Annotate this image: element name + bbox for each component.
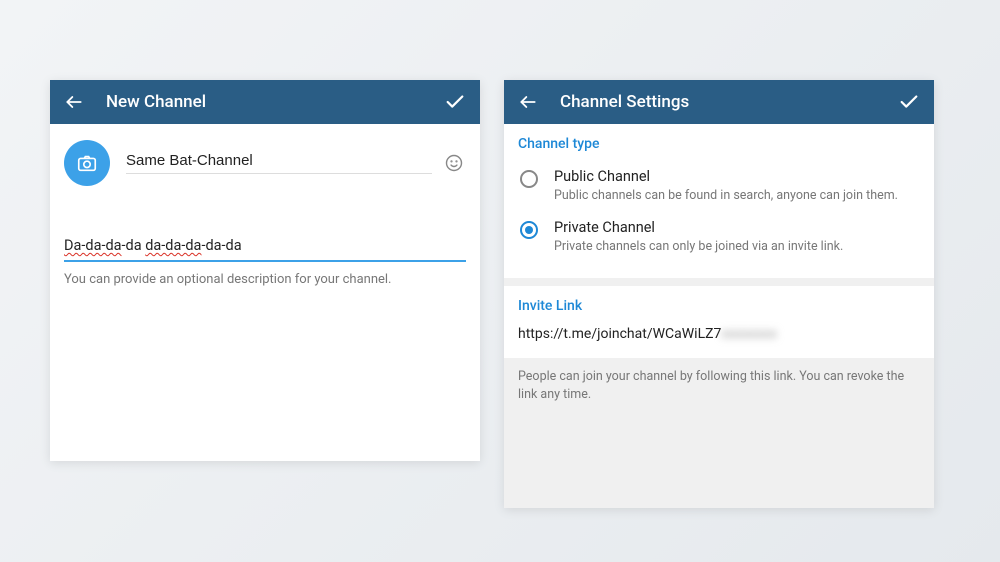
radio-text: Private Channel Private channels can onl…	[554, 219, 920, 254]
confirm-check-icon[interactable]	[444, 91, 466, 113]
confirm-check-icon[interactable]	[898, 91, 920, 113]
description-helper: You can provide an optional description …	[64, 272, 466, 287]
invite-url-blurred: xxxxxxxx	[721, 326, 777, 342]
invite-link-value[interactable]: https://t.me/joinchat/WCaWiLZ7xxxxxxxx	[518, 324, 920, 344]
radio-private-channel[interactable]: Private Channel Private channels can onl…	[518, 213, 920, 264]
description-input[interactable]: Da-da-da-da da-da-da-da-da	[64, 236, 466, 262]
channel-type-label: Channel type	[518, 136, 920, 152]
back-arrow-icon[interactable]	[518, 92, 538, 112]
left-panel-spacer	[50, 301, 480, 461]
invite-link-label: Invite Link	[518, 298, 920, 314]
description-block: Da-da-da-da da-da-da-da-da You can provi…	[50, 196, 480, 301]
new-channel-header: New Channel	[50, 80, 480, 124]
radio-text: Public Channel Public channels can be fo…	[554, 168, 920, 203]
back-arrow-icon[interactable]	[64, 92, 84, 112]
radio-title: Public Channel	[554, 168, 920, 185]
invite-helper-text: People can join your channel by followin…	[504, 358, 934, 418]
radio-title: Private Channel	[554, 219, 920, 236]
header-title: Channel Settings	[560, 92, 898, 112]
channel-settings-panel: Channel Settings Channel type Public Cha…	[504, 80, 934, 508]
desc-plain-1: -da	[122, 237, 146, 254]
radio-subtitle: Private channels can only be joined via …	[554, 239, 920, 254]
radio-indicator	[520, 221, 538, 239]
channel-settings-header: Channel Settings	[504, 80, 934, 124]
radio-indicator	[520, 170, 538, 188]
radio-public-channel[interactable]: Public Channel Public channels can be fo…	[518, 162, 920, 213]
channel-photo-button[interactable]	[64, 140, 110, 186]
channel-name-row	[50, 124, 480, 196]
invite-link-section: Invite Link https://t.me/joinchat/WCaWiL…	[504, 286, 934, 358]
new-channel-panel: New Channel Da-da-da-da da-da-da-da-da Y…	[50, 80, 480, 461]
channel-name-field-wrap	[126, 152, 432, 174]
header-title: New Channel	[106, 92, 444, 112]
radio-subtitle: Public channels can be found in search, …	[554, 188, 920, 203]
channel-type-section: Channel type Public Channel Public chann…	[504, 124, 934, 278]
desc-plain-2: -da-da	[201, 237, 241, 254]
right-panel-spacer	[504, 418, 934, 508]
desc-word-1: Da-da-da	[64, 237, 122, 254]
channel-name-input[interactable]	[126, 152, 432, 169]
emoji-icon[interactable]	[442, 151, 466, 175]
invite-url-visible: https://t.me/joinchat/WCaWiLZ7	[518, 326, 721, 342]
desc-word-2: da-da-da	[145, 237, 201, 254]
